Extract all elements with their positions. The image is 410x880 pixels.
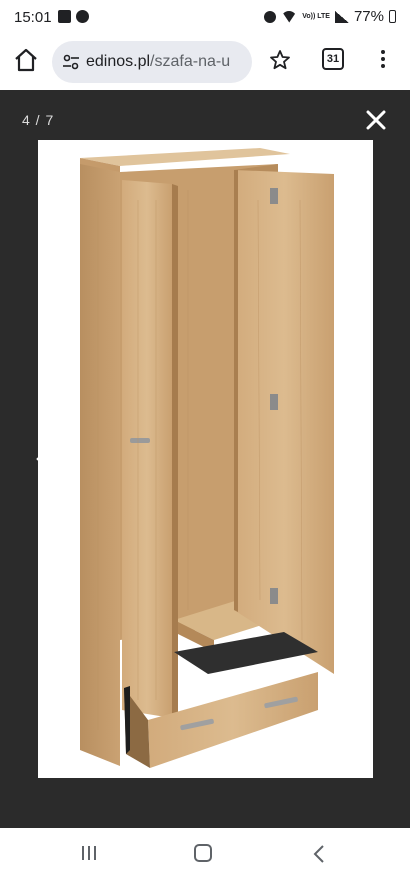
browser-toolbar: edinos.pl/szafa-na-u 31 bbox=[0, 34, 410, 90]
alarm-icon bbox=[264, 10, 277, 23]
image-viewer: 4 / 7 bbox=[0, 90, 410, 828]
battery-icon bbox=[389, 10, 396, 23]
url-text[interactable]: edinos.pl/szafa-na-u bbox=[86, 53, 248, 71]
message-icon bbox=[58, 10, 71, 23]
notification-icons bbox=[58, 10, 89, 23]
home-circle-icon[interactable] bbox=[194, 844, 212, 862]
status-right: Vo)) LTE 77% bbox=[264, 8, 396, 25]
status-bar: 15:01 Vo)) LTE 77% bbox=[0, 0, 410, 34]
image-counter: 4 / 7 bbox=[22, 112, 55, 128]
home-icon[interactable] bbox=[12, 46, 40, 74]
volte-label: Vo)) LTE bbox=[302, 13, 330, 20]
system-nav-bar bbox=[0, 828, 410, 880]
star-icon[interactable] bbox=[268, 48, 292, 72]
url-domain: edinos.pl bbox=[86, 53, 151, 70]
tune-icon[interactable] bbox=[62, 54, 80, 70]
address-bar[interactable]: edinos.pl/szafa-na-u bbox=[52, 41, 252, 83]
product-image bbox=[38, 140, 373, 778]
wardrobe-illustration bbox=[80, 148, 334, 768]
close-icon[interactable] bbox=[364, 108, 388, 132]
status-time: 15:01 bbox=[14, 9, 52, 26]
chevron-right-icon[interactable] bbox=[345, 439, 371, 479]
recent-apps-icon[interactable] bbox=[80, 845, 98, 861]
account-icon bbox=[76, 10, 89, 23]
signal-icon bbox=[334, 10, 349, 23]
chevron-left-icon[interactable] bbox=[34, 439, 60, 479]
battery-percent: 77% bbox=[353, 8, 384, 25]
tabs-icon[interactable]: 31 bbox=[322, 48, 344, 70]
more-vert-icon[interactable] bbox=[376, 48, 390, 72]
url-path: /szafa-na-u bbox=[150, 53, 231, 70]
wifi-icon bbox=[281, 10, 298, 23]
back-icon[interactable] bbox=[312, 844, 326, 864]
